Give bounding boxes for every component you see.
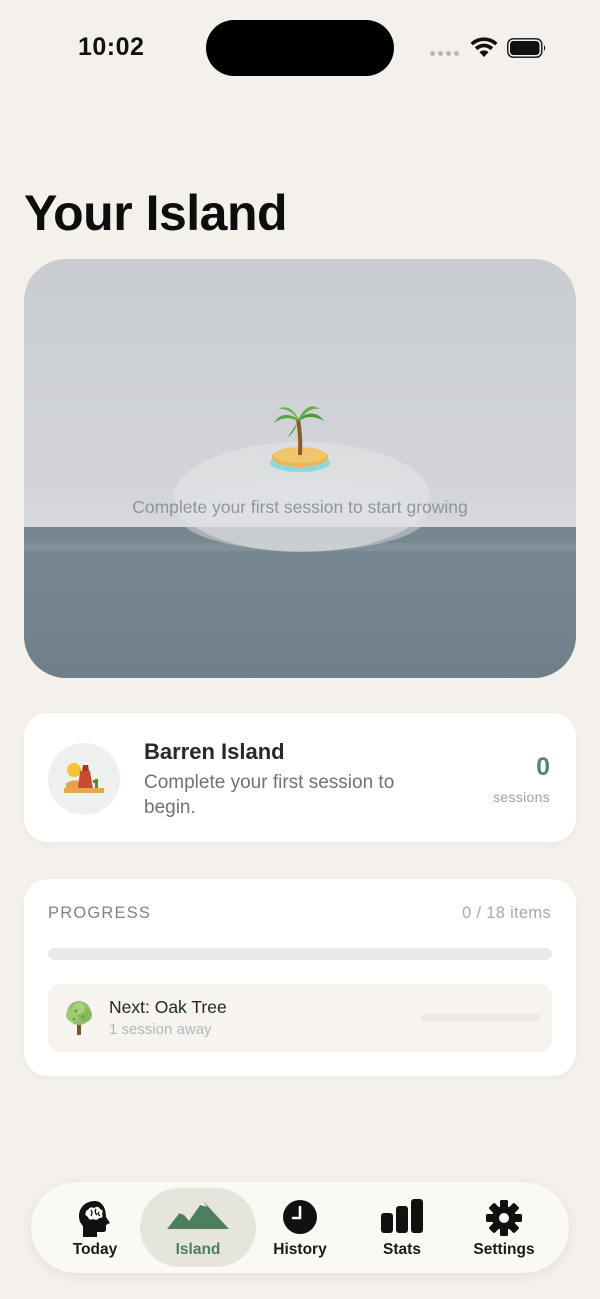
- battery-icon: [507, 38, 546, 58]
- clock-icon: [283, 1200, 317, 1234]
- progress-label: PROGRESS: [48, 904, 152, 922]
- bar-chart-icon: [381, 1199, 423, 1233]
- tree-icon: [66, 1001, 92, 1035]
- tab-history[interactable]: History: [242, 1188, 358, 1267]
- tab-label-history: History: [273, 1241, 327, 1258]
- tab-label-today: Today: [72, 1241, 118, 1258]
- session-count-label: sessions: [493, 789, 550, 805]
- tab-label-stats: Stats: [383, 1241, 421, 1258]
- tab-island[interactable]: Island: [140, 1188, 256, 1267]
- tab-label-settings: Settings: [473, 1241, 535, 1258]
- brain-head-icon: [79, 1201, 110, 1237]
- page-title: Your Island: [24, 185, 288, 241]
- progress-count: 0 / 18 items: [462, 904, 551, 922]
- island-empty-hint: Complete your first session to start gro…: [132, 497, 468, 517]
- tab-bar: Today Island History Stats Settings: [31, 1182, 569, 1273]
- session-count: 0: [536, 753, 550, 781]
- tab-label-island: Island: [175, 1241, 221, 1258]
- stage-name: Barren Island: [144, 739, 285, 764]
- next-item-title: Next: Oak Tree: [109, 997, 227, 1017]
- gear-icon: [486, 1200, 522, 1236]
- tab-today[interactable]: Today: [37, 1188, 153, 1267]
- tab-stats[interactable]: Stats: [344, 1188, 460, 1267]
- stage-icon-badge: [48, 743, 120, 815]
- desert-island-icon: [270, 406, 330, 472]
- status-bar: 10:02: [0, 0, 600, 100]
- next-item-progress-bar: [421, 1014, 540, 1021]
- progress-card: PROGRESS 0 / 18 items Next: Oak Tree 1 s…: [24, 879, 576, 1076]
- progress-bar: [48, 948, 552, 960]
- status-time: 10:02: [78, 33, 145, 61]
- next-item-subtitle: 1 session away: [109, 1021, 212, 1038]
- mountains-icon: [167, 1201, 229, 1229]
- island-scene[interactable]: Complete your first session to start gro…: [24, 259, 576, 678]
- desert-icon: [64, 763, 104, 793]
- stage-description: Complete your first session to begin.: [144, 772, 395, 818]
- cellular-signal-icon: [430, 51, 459, 56]
- wifi-icon: [470, 37, 498, 57]
- island-stage-card: Barren Island Complete your first sessio…: [24, 713, 576, 842]
- next-item-row: Next: Oak Tree 1 session away: [48, 984, 552, 1052]
- tab-settings[interactable]: Settings: [446, 1188, 562, 1267]
- dynamic-island: [206, 20, 394, 76]
